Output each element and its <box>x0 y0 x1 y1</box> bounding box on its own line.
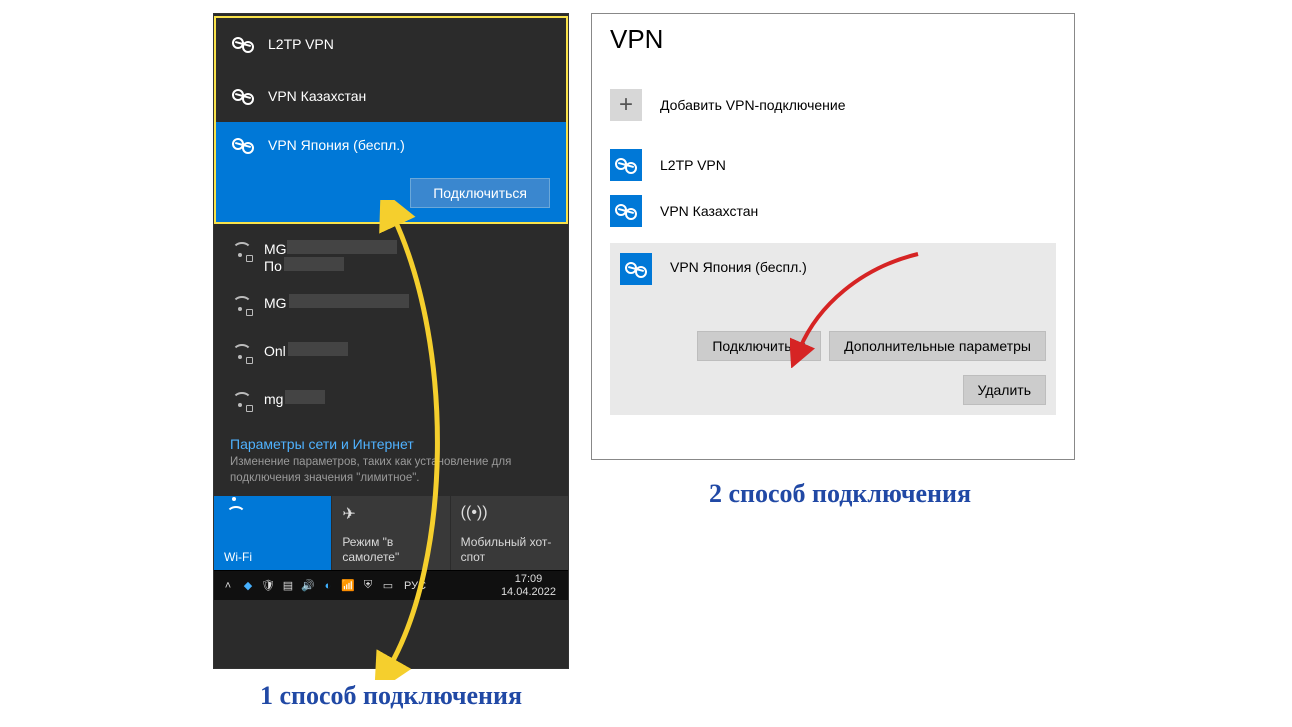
add-vpn-label: Добавить VPN-подключение <box>660 97 846 113</box>
tile-airplane[interactable]: ✈ Режим "в самолете" <box>331 496 449 570</box>
vpn-label: VPN Казахстан <box>268 88 366 104</box>
vpn-icon <box>620 253 652 285</box>
airplane-icon: ✈ <box>342 506 355 523</box>
tray-lang[interactable]: РУС <box>400 580 430 592</box>
network-settings-link[interactable]: Параметры сети и Интернет Изменение пара… <box>214 428 568 496</box>
vpn-item-japan[interactable]: VPN Япония (беспл.) Подключиться <box>216 122 566 222</box>
vpn-entry-l2tp[interactable]: L2TP VPN <box>610 143 1056 187</box>
caption-method-1: 1 способ подключения <box>213 680 569 711</box>
wifi-secure-icon <box>230 240 250 260</box>
wifi-secure-icon <box>230 342 250 362</box>
tray-network-icon[interactable]: 📶 <box>340 578 356 594</box>
vpn-item-kazakhstan[interactable]: VPN Казахстан <box>216 70 566 122</box>
connect-row: Подключиться <box>232 170 550 208</box>
wifi-ssid: MG По <box>264 240 397 274</box>
wifi-ssid: MG <box>264 294 409 311</box>
settings-vpn-panel: VPN + Добавить VPN-подключение L2TP VPN … <box>591 13 1075 460</box>
connect-button[interactable]: Подключиться <box>410 178 550 208</box>
page-title: VPN <box>610 24 1056 55</box>
vpn-label: L2TP VPN <box>268 36 334 52</box>
quick-tiles: Wi-Fi ✈ Режим "в самолете" ((•)) Мобильн… <box>214 496 568 570</box>
tray-volume-icon[interactable]: 🔊 <box>300 578 316 594</box>
advanced-button[interactable]: Дополнительные параметры <box>829 331 1046 361</box>
network-settings-desc: Изменение параметров, таких как установл… <box>230 455 552 486</box>
tray-battery-icon[interactable]: ▭ <box>380 578 396 594</box>
vpn-icon <box>610 195 642 227</box>
delete-button[interactable]: Удалить <box>963 375 1046 405</box>
tray-telegram-icon[interactable]: ◐ <box>320 578 336 594</box>
wifi-item[interactable]: MG По <box>214 230 568 284</box>
vpn-entry-japan[interactable]: VPN Япония (беспл.) Подключиться Дополни… <box>610 243 1056 415</box>
tray-clock[interactable]: 17:09 14.04.2022 <box>495 573 562 597</box>
wifi-item[interactable]: mg <box>214 380 568 428</box>
wifi-section: MG По MG Onl mg <box>214 224 568 428</box>
wifi-ssid: Onl <box>264 342 348 359</box>
vpn-entry-actions: Подключиться Дополнительные параметры Уд… <box>620 303 1046 405</box>
tray-defender-icon[interactable]: ⛨ <box>360 578 376 594</box>
vpn-entry-kazakhstan[interactable]: VPN Казахстан <box>610 189 1056 233</box>
wifi-ssid: mg <box>264 390 325 407</box>
vpn-entry-label: VPN Япония (беспл.) <box>670 259 807 275</box>
vpn-icon <box>610 149 642 181</box>
tray-shield-icon[interactable]: 🛡 <box>260 578 276 594</box>
taskbar: ˄ ◆ 🛡 ▤ 🔊 ◐ 📶 ⛨ ▭ РУС 17:09 14.04.2022 <box>214 570 568 600</box>
vpn-label: VPN Япония (беспл.) <box>268 137 405 153</box>
tile-hotspot[interactable]: ((•)) Мобильный хот-спот <box>450 496 568 570</box>
wifi-item[interactable]: MG <box>214 284 568 332</box>
vpn-section: L2TP VPN VPN Казахстан VPN Япония (беспл… <box>214 16 568 224</box>
tray-chevron-icon[interactable]: ˄ <box>220 578 236 594</box>
hotspot-icon: ((•)) <box>461 504 488 521</box>
wifi-secure-icon <box>230 390 250 410</box>
add-vpn-button[interactable]: + Добавить VPN-подключение <box>610 83 1056 127</box>
connect-button[interactable]: Подключиться <box>697 331 821 361</box>
wifi-secure-icon <box>230 294 250 314</box>
tile-label: Wi-Fi <box>224 550 252 564</box>
vpn-icon <box>232 33 254 55</box>
vpn-entry-label: VPN Казахстан <box>660 203 758 219</box>
tray-app-icon[interactable]: ◆ <box>240 578 256 594</box>
caption-method-2: 2 способ подключения <box>640 478 1040 509</box>
tile-wifi[interactable]: Wi-Fi <box>214 496 331 570</box>
vpn-icon <box>232 134 254 156</box>
tray-doc-icon[interactable]: ▤ <box>280 578 296 594</box>
vpn-icon <box>232 85 254 107</box>
vpn-entry-label: L2TP VPN <box>660 157 726 173</box>
wifi-item[interactable]: Onl <box>214 332 568 380</box>
plus-icon: + <box>610 89 642 121</box>
tile-label: Мобильный хот-спот <box>461 535 568 564</box>
vpn-item-l2tp[interactable]: L2TP VPN <box>216 18 566 70</box>
network-settings-title: Параметры сети и Интернет <box>230 436 552 452</box>
tile-label: Режим "в самолете" <box>342 535 449 564</box>
network-flyout: L2TP VPN VPN Казахстан VPN Япония (беспл… <box>213 13 569 669</box>
